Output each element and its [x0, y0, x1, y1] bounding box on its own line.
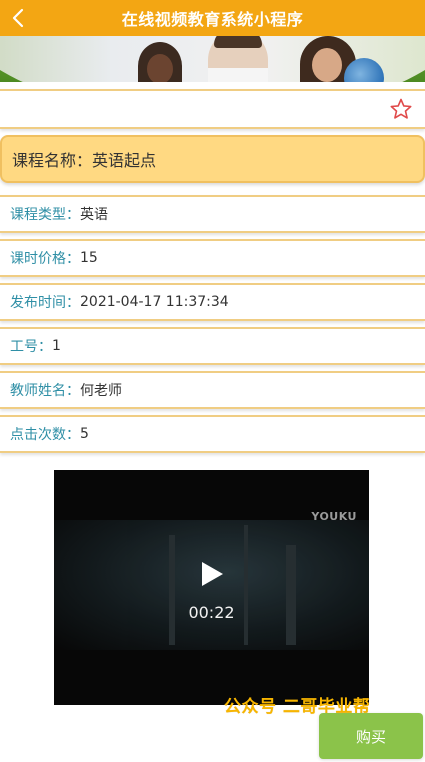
course-name-row: 课程名称： 英语起点 — [0, 135, 425, 183]
teacher-name-row: 教师姓名： 何老师 — [0, 371, 425, 409]
click-count-row: 点击次数： 5 — [0, 415, 425, 453]
lesson-price-label: 课时价格： — [10, 251, 80, 267]
course-banner-image — [0, 36, 425, 82]
course-name-label: 课程名称： — [12, 151, 93, 170]
course-name-value: 英语起点 — [92, 151, 157, 170]
publish-time-value: 2021-04-17 11:37:34 — [80, 294, 229, 310]
course-type-row: 课程类型： 英语 — [0, 195, 425, 233]
lesson-price-row: 课时价格： 15 — [0, 239, 425, 277]
star-outline-icon[interactable] — [389, 97, 413, 121]
employee-id-label: 工号： — [10, 339, 52, 355]
video-player[interactable]: YOUKU 00:22 — [54, 470, 369, 705]
teacher-name-value: 何老师 — [80, 383, 122, 399]
page-title: 在线视频教育系统小程序 — [121, 10, 304, 29]
top-bar: 在线视频教育系统小程序 — [0, 0, 425, 36]
employee-id-value: 1 — [52, 338, 61, 354]
chevron-left-icon — [12, 8, 24, 28]
buy-button[interactable]: 购买 — [319, 713, 423, 759]
employee-id-row: 工号： 1 — [0, 327, 425, 365]
course-type-value: 英语 — [80, 207, 108, 223]
publish-time-label: 发布时间： — [10, 295, 80, 311]
youku-logo: YOUKU — [311, 510, 357, 523]
play-icon[interactable] — [199, 560, 225, 588]
click-count-label: 点击次数： — [10, 427, 80, 443]
favorite-row — [0, 89, 425, 129]
course-detail-screen: 在线视频教育系统小程序 课程名称： 英语起点 课程类型： 英语 课时价格： 15… — [0, 0, 425, 762]
video-duration: 00:22 — [188, 603, 235, 622]
teacher-name-label: 教师姓名： — [10, 383, 80, 399]
course-type-label: 课程类型： — [10, 207, 80, 223]
lesson-price-value: 15 — [80, 250, 98, 266]
back-button[interactable] — [6, 3, 30, 33]
click-count-value: 5 — [80, 426, 89, 442]
publish-time-row: 发布时间： 2021-04-17 11:37:34 — [0, 283, 425, 321]
